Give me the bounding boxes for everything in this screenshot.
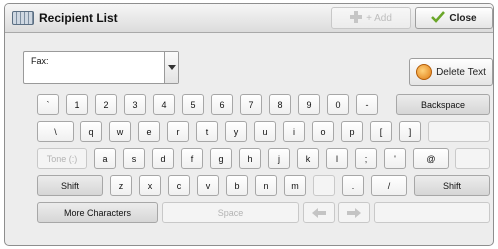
- key[interactable]: j: [268, 148, 290, 169]
- key[interactable]: [: [370, 121, 392, 142]
- key[interactable]: ;: [355, 148, 377, 169]
- delete-text-icon: [416, 64, 433, 80]
- key[interactable]: w: [109, 121, 131, 142]
- arrow-right-icon: [347, 207, 361, 218]
- add-button[interactable]: + Add: [331, 7, 411, 29]
- key[interactable]: y: [225, 121, 247, 142]
- cursor-left-button[interactable]: [303, 202, 335, 223]
- key[interactable]: `: [37, 94, 59, 115]
- cursor-right-button[interactable]: [338, 202, 370, 223]
- arrow-left-icon: [312, 207, 326, 218]
- key[interactable]: t: [196, 121, 218, 142]
- key[interactable]: l: [326, 148, 348, 169]
- key[interactable]: ]: [399, 121, 421, 142]
- backspace-key[interactable]: Backspace: [396, 94, 490, 115]
- onscreen-keyboard: ` 1 2 3 4 5 6 7 8 9 0 - Backspace \ q w …: [26, 94, 493, 244]
- more-characters-button[interactable]: More Characters: [37, 202, 158, 223]
- key[interactable]: 9: [298, 94, 320, 115]
- blank-key: [313, 175, 335, 196]
- key[interactable]: @: [413, 148, 449, 169]
- key[interactable]: 8: [269, 94, 291, 115]
- add-button-label: + Add: [366, 12, 392, 24]
- blank-key: [455, 148, 490, 169]
- blank-key: [374, 202, 490, 223]
- key[interactable]: 5: [182, 94, 204, 115]
- title-bar: Recipient List + Add Close: [5, 4, 493, 33]
- key[interactable]: e: [138, 121, 160, 142]
- key[interactable]: ': [384, 148, 406, 169]
- shift-key-left[interactable]: Shift: [37, 175, 103, 196]
- key[interactable]: n: [255, 175, 277, 196]
- chevron-down-icon[interactable]: [164, 52, 178, 83]
- key[interactable]: q: [80, 121, 102, 142]
- dialog-title: Recipient List: [39, 11, 118, 25]
- key[interactable]: o: [312, 121, 334, 142]
- key[interactable]: b: [226, 175, 248, 196]
- key[interactable]: 1: [66, 94, 88, 115]
- add-recipient-icon: [350, 10, 363, 26]
- shift-key-right[interactable]: Shift: [414, 175, 490, 196]
- key[interactable]: 7: [240, 94, 262, 115]
- key[interactable]: 4: [153, 94, 175, 115]
- key[interactable]: .: [342, 175, 364, 196]
- key[interactable]: f: [181, 148, 203, 169]
- key[interactable]: 3: [124, 94, 146, 115]
- key[interactable]: v: [197, 175, 219, 196]
- key[interactable]: 2: [95, 94, 117, 115]
- space-key[interactable]: Space: [162, 202, 299, 223]
- key[interactable]: i: [283, 121, 305, 142]
- key[interactable]: k: [297, 148, 319, 169]
- recipient-list-dialog: Recipient List + Add Close Fax: Delete T…: [4, 3, 494, 246]
- key[interactable]: u: [254, 121, 276, 142]
- key[interactable]: 6: [211, 94, 233, 115]
- key[interactable]: m: [284, 175, 306, 196]
- key[interactable]: d: [152, 148, 174, 169]
- fax-input[interactable]: Fax:: [23, 51, 179, 84]
- content-area: Fax: Delete Text ` 1 2 3 4 5 6 7 8 9 0 -…: [5, 34, 493, 245]
- key[interactable]: /: [371, 175, 407, 196]
- fax-field-label: Fax:: [31, 56, 49, 66]
- key[interactable]: p: [341, 121, 363, 142]
- key[interactable]: -: [356, 94, 378, 115]
- key[interactable]: g: [210, 148, 232, 169]
- key[interactable]: a: [94, 148, 116, 169]
- key[interactable]: h: [239, 148, 261, 169]
- key[interactable]: c: [168, 175, 190, 196]
- key[interactable]: z: [110, 175, 132, 196]
- delete-text-label: Delete Text: [436, 66, 486, 78]
- close-button-label: Close: [449, 12, 477, 24]
- key[interactable]: 0: [327, 94, 349, 115]
- close-button[interactable]: Close: [415, 7, 493, 29]
- key[interactable]: \: [37, 121, 74, 142]
- key[interactable]: r: [167, 121, 189, 142]
- key[interactable]: s: [123, 148, 145, 169]
- blank-key: [428, 121, 490, 142]
- tone-key[interactable]: Tone (:): [37, 148, 87, 169]
- checkmark-icon: [431, 10, 446, 26]
- keyboard-icon: [12, 11, 34, 25]
- key[interactable]: x: [139, 175, 161, 196]
- delete-text-button[interactable]: Delete Text: [409, 58, 493, 86]
